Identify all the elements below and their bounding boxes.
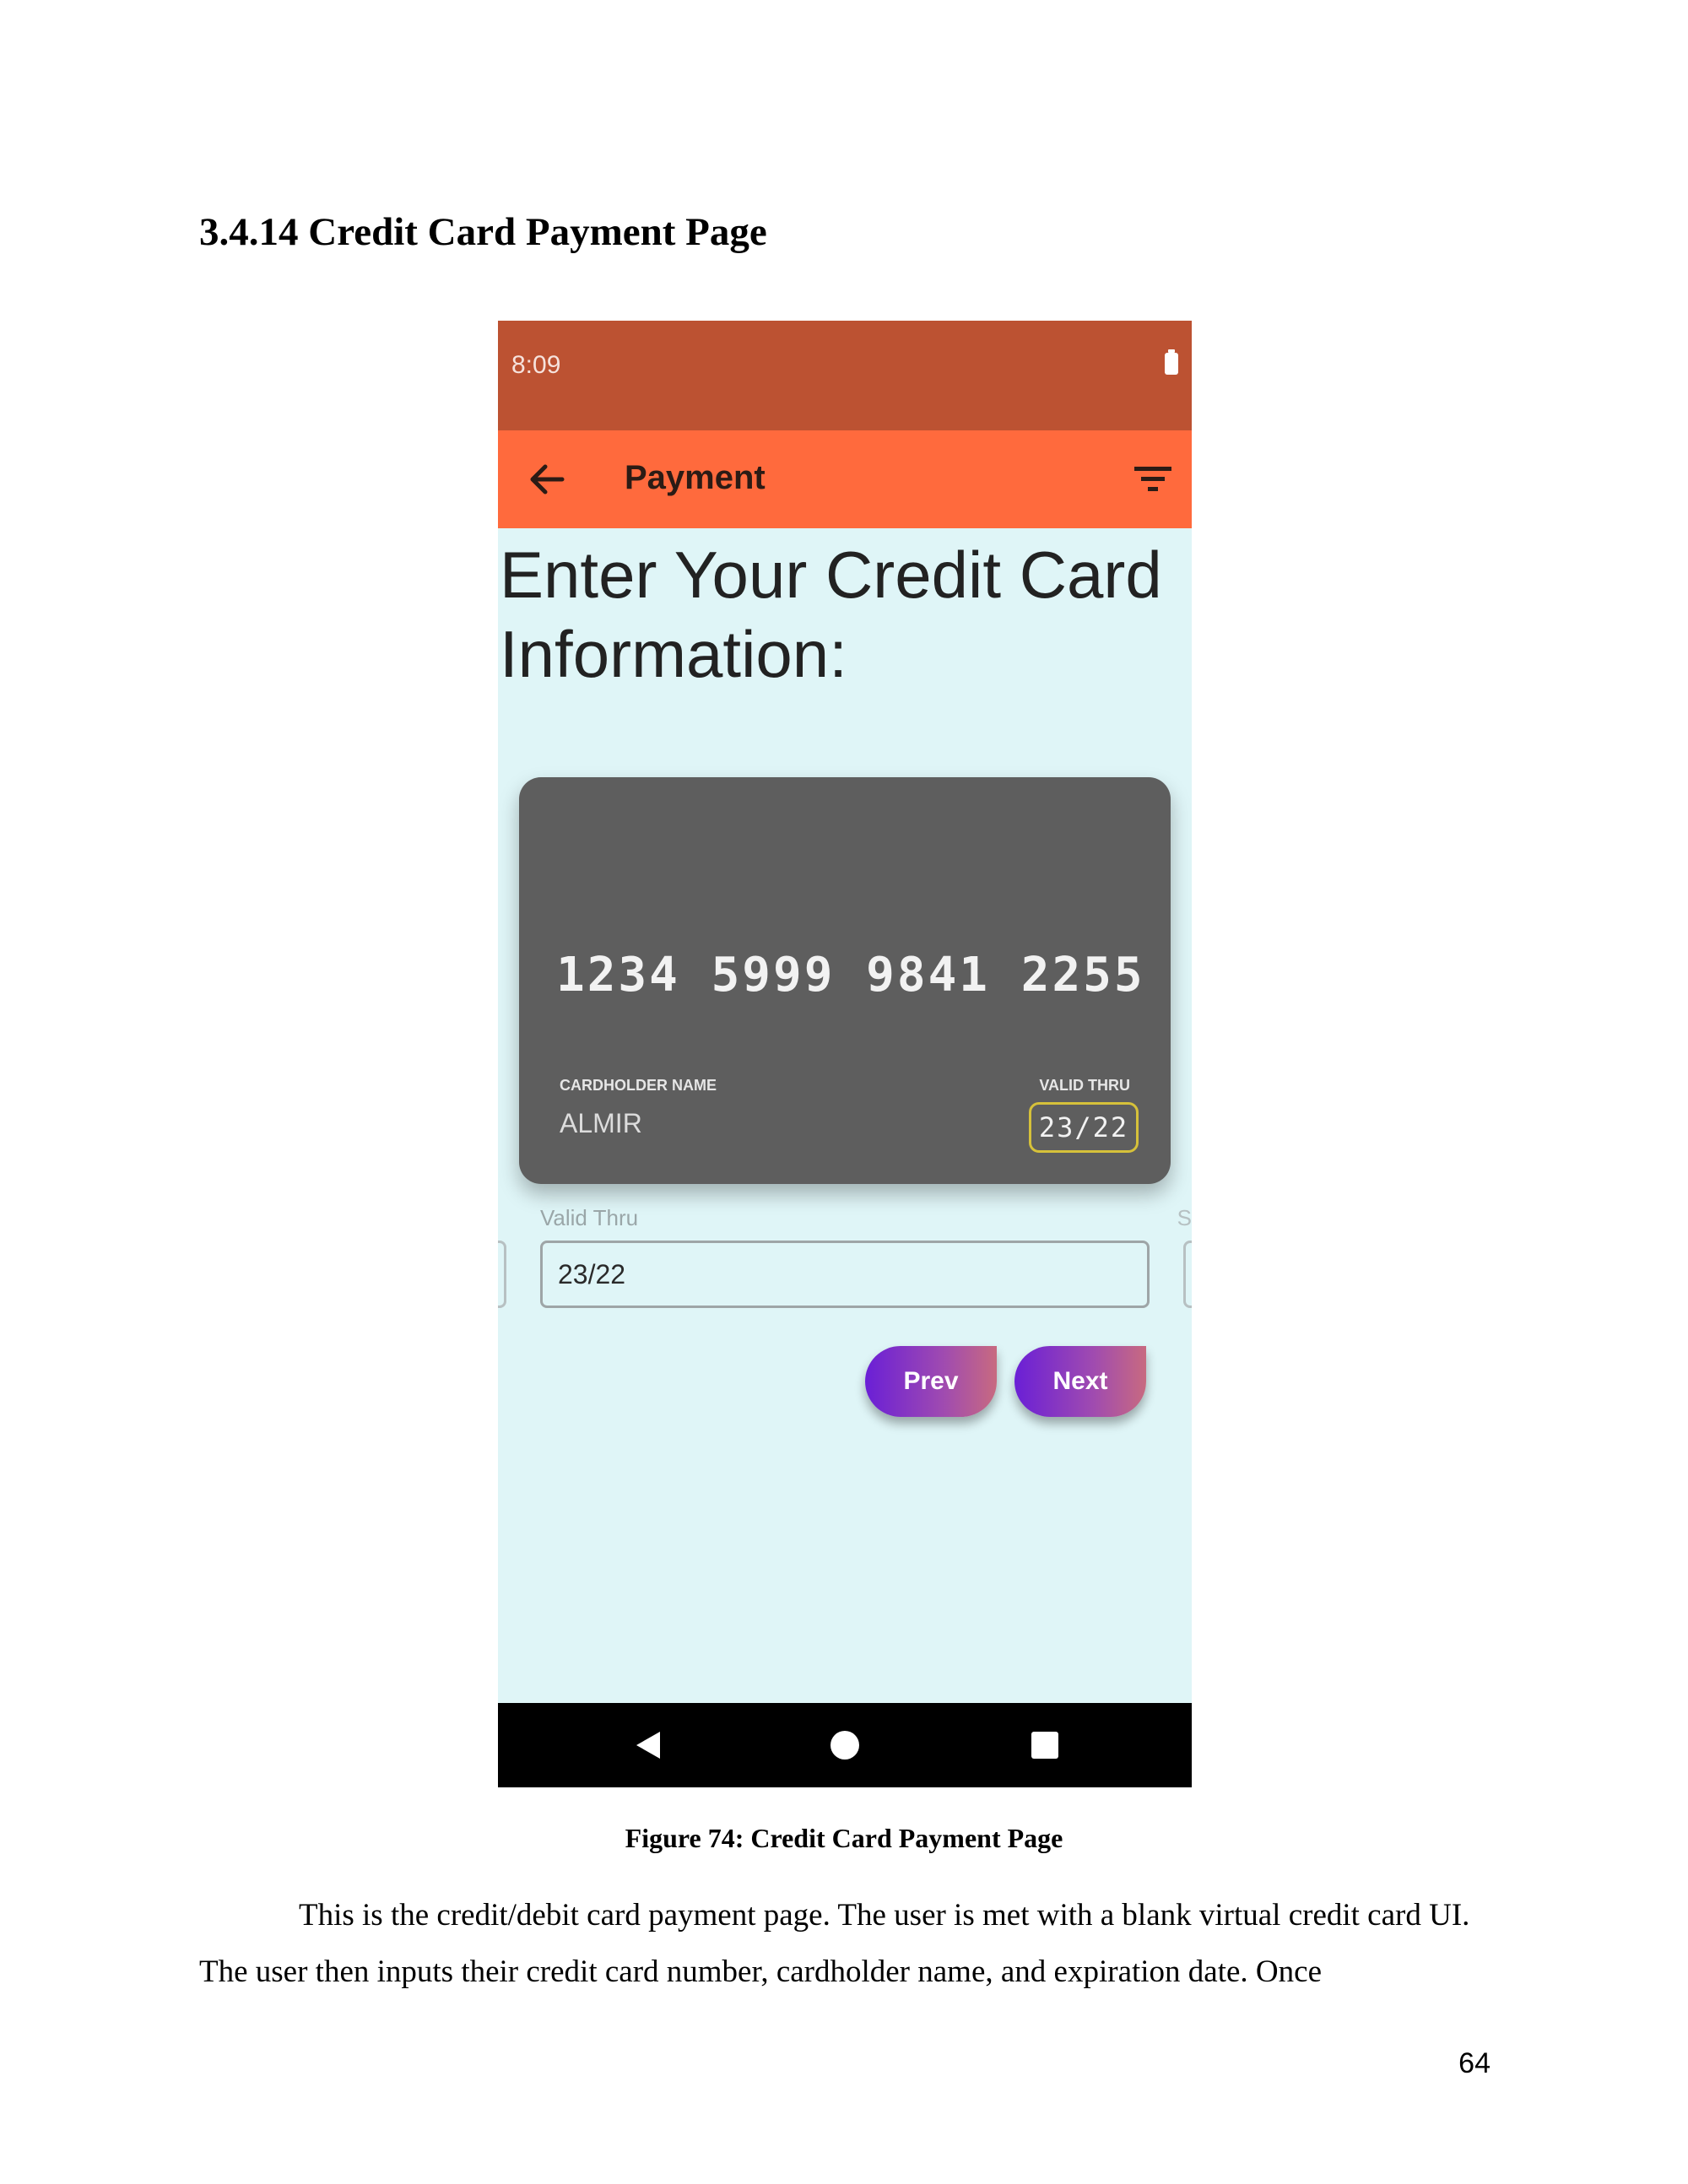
virtual-credit-card: 1234 5999 9841 2255 CARDHOLDER NAME ALMI… [519, 777, 1171, 1184]
page-heading: Enter Your Credit Card Information: [500, 538, 1162, 691]
cardholder-label: CARDHOLDER NAME [560, 1077, 717, 1094]
status-time: 8:09 [511, 351, 561, 379]
body-paragraph: This is the credit/debit card payment pa… [199, 1898, 1470, 1989]
next-button[interactable]: Next [1014, 1346, 1146, 1417]
valid-thru-value[interactable]: 23/22 [1029, 1102, 1139, 1153]
arrow-left-icon[interactable] [528, 462, 565, 496]
next-field-label-partial: S [1177, 1205, 1192, 1230]
previous-field-partial[interactable] [498, 1241, 506, 1308]
cardholder-name: ALMIR [560, 1108, 642, 1138]
phone-screenshot: 8:09 Payment Enter Your Credit Card Info… [498, 321, 1192, 1787]
next-field-partial[interactable] [1183, 1241, 1192, 1308]
valid-thru-label: VALID THRU [1039, 1077, 1130, 1094]
status-bar: 8:09 [498, 321, 1192, 430]
valid-thru-input[interactable] [540, 1241, 1150, 1308]
section-heading: 3.4.14 Credit Card Payment Page [199, 210, 767, 254]
circle-home-icon[interactable] [830, 1731, 859, 1760]
app-title: Payment [625, 459, 766, 496]
filter-icon[interactable] [1133, 464, 1173, 495]
triangle-back-icon[interactable] [633, 1730, 663, 1760]
battery-icon [1165, 349, 1178, 375]
figure-caption: Figure 74: Credit Card Payment Page [625, 1823, 1063, 1853]
prev-button[interactable]: Prev [865, 1346, 997, 1417]
page-number: 64 [1458, 2047, 1491, 2079]
valid-thru-field-label: Valid Thru [540, 1205, 639, 1230]
system-navigation-bar [498, 1703, 1192, 1787]
card-number: 1234 5999 9841 2255 [556, 948, 1145, 1003]
square-recent-icon[interactable] [1031, 1732, 1058, 1759]
app-bar: Payment [498, 430, 1192, 528]
